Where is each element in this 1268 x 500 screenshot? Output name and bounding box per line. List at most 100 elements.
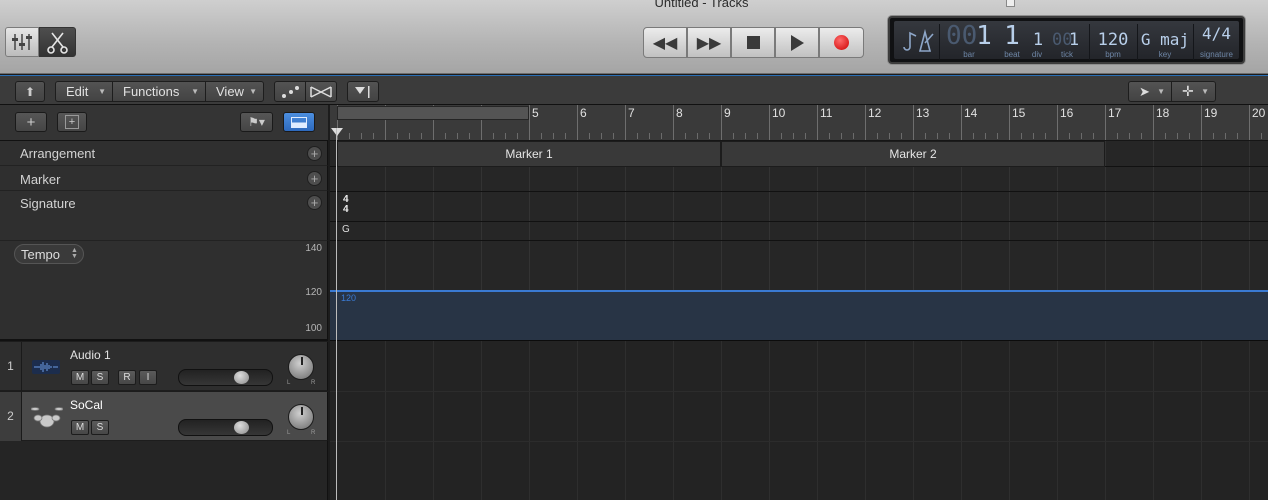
edit-menu[interactable]: Edit ▼ — [55, 81, 113, 102]
track-number: 1 — [0, 342, 22, 391]
beat-tick — [1177, 133, 1178, 139]
record-icon — [834, 35, 849, 50]
track-list-empty-area[interactable] — [0, 441, 328, 500]
beat-tick — [805, 133, 806, 139]
arrangement-track-header[interactable]: Arrangement + — [0, 141, 328, 166]
tempo-scale-bottom: 100 — [305, 323, 322, 334]
key-signature-event[interactable]: G — [342, 224, 350, 235]
flex-icon — [310, 85, 332, 98]
add-signature-icon[interactable]: + — [307, 195, 322, 210]
new-track-with-settings-button[interactable]: + — [57, 112, 87, 132]
catch-button[interactable] — [347, 81, 379, 102]
beat-tick — [925, 133, 926, 139]
record-button[interactable] — [819, 27, 864, 58]
mixer-button[interactable] — [5, 27, 39, 57]
cycle-region[interactable] — [337, 106, 529, 120]
fast-forward-icon: ▶▶ — [696, 34, 722, 52]
marker-2[interactable]: Marker 2 — [721, 141, 1105, 167]
flag-icon: ⚑▾ — [248, 115, 265, 129]
beat-tick — [409, 133, 410, 139]
beat-tick — [517, 133, 518, 139]
time-signature-event[interactable]: 4 4 — [343, 195, 349, 215]
track-name[interactable]: Audio 1 — [70, 348, 111, 362]
bar-number: 7 — [628, 106, 635, 120]
flex-button[interactable] — [305, 81, 337, 102]
input-monitoring-button[interactable]: I — [139, 370, 157, 385]
lcd-div: 1 — [1032, 30, 1044, 50]
bar-number: 16 — [1060, 106, 1074, 120]
up-level-button[interactable]: ⬆ — [15, 81, 45, 102]
marker-track-header[interactable]: Marker + — [0, 166, 328, 191]
functions-menu[interactable]: Functions ▼ — [112, 81, 206, 102]
beat-tick — [613, 133, 614, 139]
solo-button[interactable]: S — [91, 420, 109, 435]
chevron-down-icon: ▼ — [1157, 87, 1165, 96]
view-menu[interactable]: View ▼ — [205, 81, 264, 102]
beat-tick — [877, 133, 878, 139]
tempo-track-header: Tempo ▲ ▼ 140 120 100 — [0, 241, 328, 341]
mute-button[interactable]: M — [71, 420, 89, 435]
lcd-display[interactable]: 00 1 bar 1 beat 1 div 00 1 tick 120 bpm … — [888, 16, 1245, 64]
bar-number: 18 — [1156, 106, 1170, 120]
volume-slider[interactable] — [178, 419, 273, 436]
beat-tick — [733, 133, 734, 139]
lcd-tempo: 120 — [1097, 30, 1129, 50]
secondary-tool-menu[interactable]: ✛ ▼ — [1171, 81, 1216, 102]
record-enable-button[interactable]: R — [118, 370, 136, 385]
track-name[interactable]: SoCal — [70, 398, 103, 412]
mixer-icon — [12, 34, 32, 50]
pointer-tool-menu[interactable]: ➤ ▼ — [1128, 81, 1172, 102]
automation-button[interactable] — [274, 81, 306, 102]
beat-tick — [709, 133, 710, 139]
rewind-button[interactable]: ◀◀ — [643, 27, 687, 58]
global-tracks-menu[interactable]: ⚑▾ — [240, 112, 273, 132]
bar-number: 15 — [1012, 106, 1026, 120]
track-header-drummer[interactable]: 2 SoCal M S L R — [0, 392, 328, 441]
grid-line — [1105, 341, 1106, 500]
show-global-tracks-button[interactable] — [283, 112, 315, 132]
bar-number: 19 — [1204, 106, 1218, 120]
track-header-bar: + + ⚑▾ — [0, 105, 328, 141]
tempo-value-label: 120 — [341, 293, 357, 303]
signature-track-header[interactable]: Signature + — [0, 191, 328, 241]
stop-button[interactable] — [731, 27, 775, 58]
arrange-area[interactable] — [330, 341, 1268, 500]
crosshair-icon: ✛ — [1182, 83, 1194, 99]
play-button[interactable] — [775, 27, 819, 58]
automation-icon — [282, 85, 299, 98]
bar-number: 17 — [1108, 106, 1122, 120]
grid-line — [1009, 341, 1010, 500]
grid-line — [385, 341, 386, 500]
play-icon — [790, 34, 804, 51]
pointer-icon: ➤ — [1139, 83, 1150, 99]
beat-tick — [445, 133, 446, 139]
beat-tick — [937, 133, 938, 139]
track-header-audio[interactable]: 1 Audio 1 M S R I L R — [0, 342, 328, 391]
pan-knob[interactable] — [288, 404, 314, 430]
volume-slider[interactable] — [178, 369, 273, 386]
tempo-selector[interactable]: Tempo ▲ ▼ — [14, 244, 84, 264]
lcd-key: G maj — [1140, 30, 1190, 49]
playhead-handle[interactable] — [331, 128, 343, 136]
marker-1[interactable]: Marker 1 — [337, 141, 721, 167]
beat-tick — [541, 133, 542, 139]
add-arrangement-marker-icon[interactable]: + — [307, 146, 322, 161]
add-marker-icon[interactable]: + — [307, 171, 322, 186]
solo-button[interactable]: S — [91, 370, 109, 385]
volume-slider-knob[interactable] — [234, 421, 249, 434]
volume-slider-knob[interactable] — [234, 371, 249, 384]
fast-forward-button[interactable]: ▶▶ — [687, 27, 731, 58]
global-tracks-icon — [291, 116, 307, 128]
new-track-button[interactable]: + — [15, 112, 47, 132]
beat-tick — [349, 133, 350, 139]
bar-tick — [865, 105, 866, 140]
bar-number: 12 — [868, 106, 882, 120]
pan-knob[interactable] — [288, 354, 314, 380]
grid-line — [1057, 341, 1058, 500]
playhead[interactable] — [336, 128, 337, 500]
mute-button[interactable]: M — [71, 370, 89, 385]
beat-tick — [457, 133, 458, 139]
beat-tick — [697, 133, 698, 139]
editors-button[interactable] — [39, 27, 76, 57]
tempo-line[interactable] — [330, 290, 1268, 292]
